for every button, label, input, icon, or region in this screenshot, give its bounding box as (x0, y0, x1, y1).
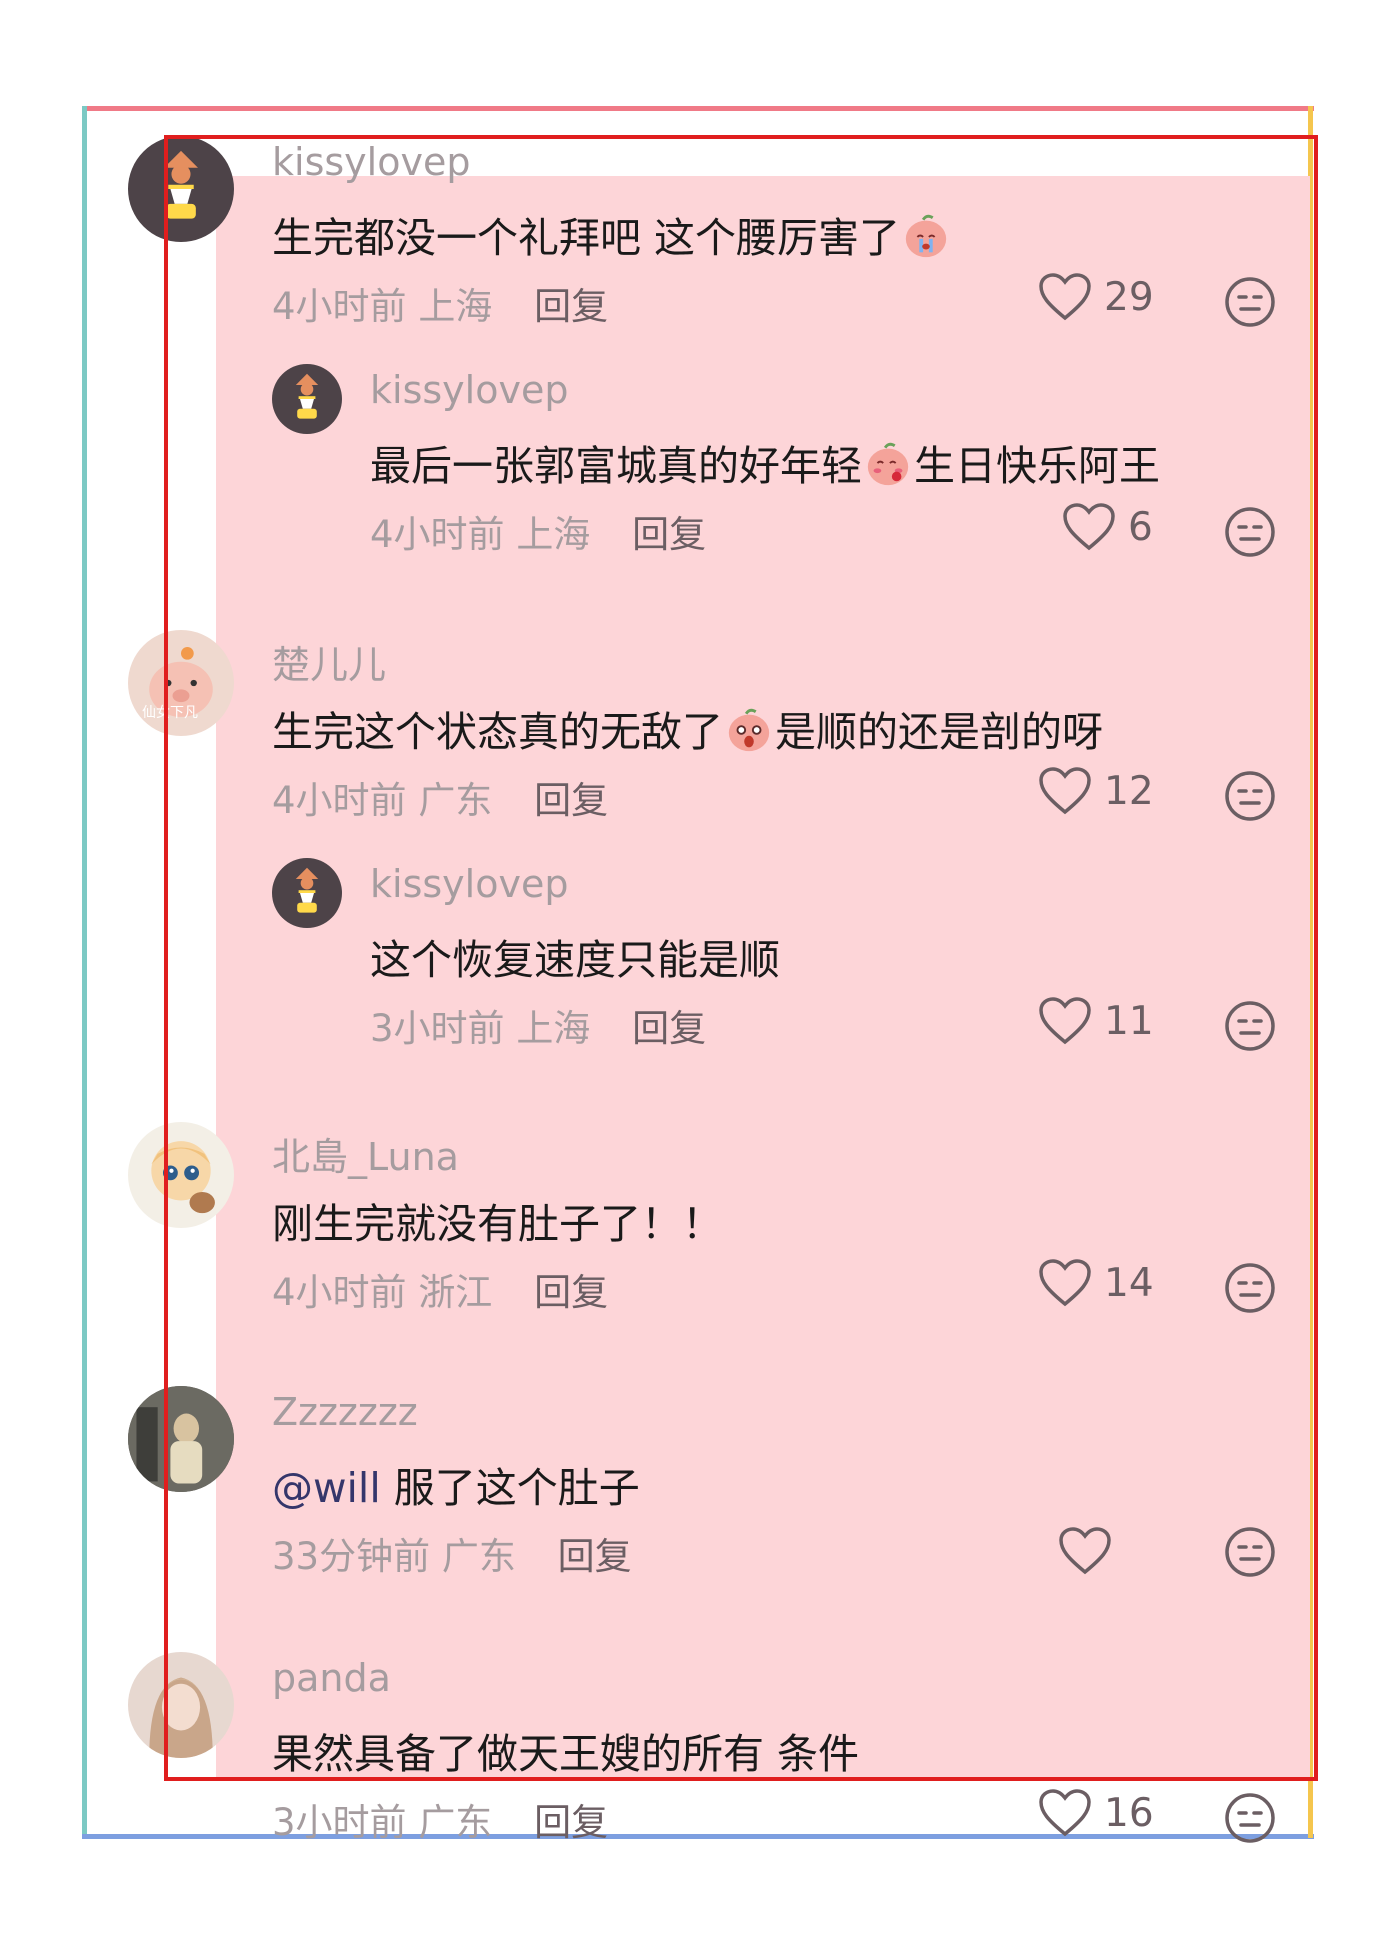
frame-top-line (82, 106, 1314, 111)
frame-left-line (82, 106, 87, 1838)
comment-meta: 3小时前 广东 回复 (272, 1792, 608, 1846)
like-count: 16 (1104, 1790, 1154, 1836)
like-button[interactable]: 16 (1038, 1788, 1154, 1838)
comment-time: 3小时前 (272, 1801, 407, 1844)
dislike-face-icon[interactable] (1224, 1792, 1276, 1844)
highlight-box (164, 135, 1318, 1781)
comment-location: 广东 (418, 1801, 493, 1844)
reply-button[interactable]: 回复 (534, 1801, 608, 1844)
heart-icon (1039, 1789, 1091, 1837)
